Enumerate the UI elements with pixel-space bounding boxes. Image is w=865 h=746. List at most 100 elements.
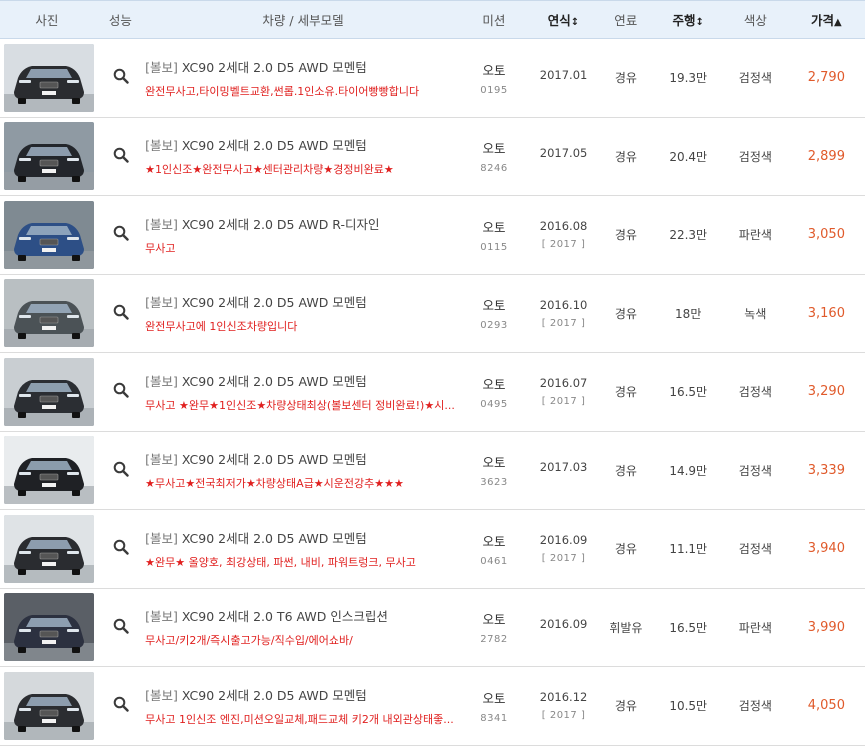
model-year: [ 2017 ] <box>541 396 586 408</box>
trans-cell: 오토 0495 <box>459 374 529 410</box>
price: 4,050 <box>807 698 845 714</box>
search-icon[interactable] <box>113 461 129 480</box>
model-cell: [볼보] XC90 2세대 2.0 D5 AWD 모멘텀 무사고 1인신조 엔진… <box>145 685 459 727</box>
search-icon[interactable] <box>113 618 129 637</box>
car-code: 3623 <box>480 477 508 489</box>
model-description: ★완무★ 올양호, 최강상태, 파썬, 내비, 파워트렁크, 무사고 <box>145 555 416 569</box>
car-photo[interactable] <box>4 43 94 112</box>
car-photo[interactable] <box>4 200 94 269</box>
year-cell: 2016.09 <box>529 617 599 637</box>
color: 검정색 <box>738 385 772 400</box>
header-mileage-sort[interactable]: 주행↕ <box>653 10 723 29</box>
photo-cell <box>0 671 94 740</box>
car-code: 0293 <box>480 320 508 332</box>
search-icon[interactable] <box>113 696 129 715</box>
perf-cell <box>94 382 147 401</box>
car-code: 8246 <box>480 163 508 175</box>
car-photo[interactable] <box>4 357 94 426</box>
model-link[interactable]: [볼보] XC90 2세대 2.0 D5 AWD 모멘텀 <box>145 371 459 390</box>
perf-cell <box>94 696 147 715</box>
car-photo[interactable] <box>4 514 94 583</box>
car-photo[interactable] <box>4 122 94 191</box>
car-photo[interactable] <box>4 279 94 348</box>
year: 2016.12 <box>539 690 588 705</box>
table-row[interactable]: [볼보] XC90 2세대 2.0 D5 AWD 모멘텀 완전무사고,타이밍벨트… <box>0 39 865 118</box>
transmission: 오토 <box>482 533 506 549</box>
model-link[interactable]: [볼보] XC90 2세대 2.0 T6 AWD 인스크립션 <box>145 606 459 625</box>
car-photo[interactable] <box>4 593 94 662</box>
model-year: [ 2017 ] <box>541 317 586 329</box>
year-cell: 2017.01 <box>529 68 599 88</box>
trans-cell: 오토 3623 <box>459 452 529 488</box>
sort-up-icon: ▲ <box>834 17 842 28</box>
table-row[interactable]: [볼보] XC90 2세대 2.0 D5 AWD 모멘텀 완전무사고에 1인신조… <box>0 275 865 353</box>
table-row[interactable]: [볼보] XC90 2세대 2.0 D5 AWD 모멘텀 ★1인신조★완전무사고… <box>0 118 865 196</box>
transmission: 오토 <box>482 612 506 628</box>
car-code: 0115 <box>480 241 508 253</box>
car-photo[interactable] <box>4 436 94 505</box>
model-link[interactable]: [볼보] XC90 2세대 2.0 D5 AWD 모멘텀 <box>145 135 459 154</box>
model-label: XC90 2세대 2.0 D5 AWD 모멘텀 <box>181 59 367 75</box>
transmission: 오토 <box>482 62 506 78</box>
table-row[interactable]: [볼보] XC90 2세대 2.0 D5 AWD 모멘텀 무사고 1인신조 엔진… <box>0 667 865 746</box>
model-description: 무사고 ★완무★1인신조★차량상태최상(볼보센터 정비완료!)★시... <box>145 398 455 412</box>
color: 검정색 <box>738 699 772 714</box>
header-perf: 성능 <box>108 13 132 28</box>
photo-cell <box>0 593 94 662</box>
header-price-sort[interactable]: 가격▲ <box>788 10 865 29</box>
table-row[interactable]: [볼보] XC90 2세대 2.0 D5 AWD 모멘텀 ★완무★ 올양호, 최… <box>0 510 865 589</box>
header-year-sort[interactable]: 연식↕ <box>529 10 599 29</box>
car-image-icon <box>4 43 94 112</box>
year-cell: 2017.03 <box>529 460 599 480</box>
transmission: 오토 <box>482 219 506 235</box>
model-link[interactable]: [볼보] XC90 2세대 2.0 D5 AWD R-디자인 <box>145 214 459 233</box>
transmission: 오토 <box>482 690 506 706</box>
model-link[interactable]: [볼보] XC90 2세대 2.0 D5 AWD 모멘텀 <box>145 528 459 547</box>
model-label: XC90 2세대 2.0 D5 AWD 모멘텀 <box>181 530 367 546</box>
fuel: 경유 <box>614 385 637 400</box>
model-link[interactable]: [볼보] XC90 2세대 2.0 D5 AWD 모멘텀 <box>145 57 459 76</box>
search-icon[interactable] <box>113 539 129 558</box>
mileage: 16.5만 <box>669 620 708 635</box>
header-trans: 미션 <box>482 13 506 28</box>
year: 2016.08 <box>539 219 588 234</box>
model-label: XC90 2세대 2.0 D5 AWD 모멘텀 <box>181 373 367 389</box>
price: 3,050 <box>807 227 845 243</box>
table-row[interactable]: [볼보] XC90 2세대 2.0 D5 AWD R-디자인 무사고 오토 01… <box>0 196 865 275</box>
trans-cell: 오토 2782 <box>459 609 529 645</box>
search-icon[interactable] <box>113 225 129 244</box>
fuel: 경유 <box>614 228 637 243</box>
year: 2016.09 <box>539 533 588 548</box>
photo-cell <box>0 436 94 505</box>
color: 파란색 <box>738 228 772 243</box>
search-icon[interactable] <box>113 147 129 166</box>
model-link[interactable]: [볼보] XC90 2세대 2.0 D5 AWD 모멘텀 <box>145 449 459 468</box>
header-model: 차량 / 세부모델 <box>262 13 344 28</box>
table-row[interactable]: [볼보] XC90 2세대 2.0 D5 AWD 모멘텀 ★무사고★전국최저가★… <box>0 432 865 510</box>
model-description: 무사고 1인신조 엔진,미션오일교체,패드교체 키2개 내외관상태좋... <box>145 712 454 726</box>
table-row[interactable]: [볼보] XC90 2세대 2.0 D5 AWD 모멘텀 무사고 ★완무★1인신… <box>0 353 865 432</box>
search-icon[interactable] <box>113 304 129 323</box>
search-icon[interactable] <box>113 382 129 401</box>
price: 2,790 <box>807 70 845 86</box>
perf-cell <box>94 147 147 166</box>
car-photo[interactable] <box>4 671 94 740</box>
table-row[interactable]: [볼보] XC90 2세대 2.0 T6 AWD 인스크립션 무사고/키2개/즉… <box>0 589 865 667</box>
perf-cell <box>94 539 147 558</box>
car-code: 2782 <box>480 634 508 646</box>
mileage: 18만 <box>675 306 702 321</box>
model-link[interactable]: [볼보] XC90 2세대 2.0 D5 AWD 모멘텀 <box>145 292 459 311</box>
photo-cell <box>0 200 94 269</box>
mileage: 16.5만 <box>669 385 708 400</box>
price: 3,990 <box>807 619 845 635</box>
model-link[interactable]: [볼보] XC90 2세대 2.0 D5 AWD 모멘텀 <box>145 685 459 704</box>
year-cell: 2017.05 <box>529 146 599 166</box>
brand-label: [볼보] <box>145 609 178 625</box>
car-code: 0195 <box>480 84 508 96</box>
transmission: 오토 <box>482 141 506 157</box>
year: 2017.05 <box>539 146 588 161</box>
header-color: 색상 <box>743 13 767 28</box>
search-icon[interactable] <box>113 68 129 87</box>
photo-cell <box>0 357 94 426</box>
fuel: 경유 <box>614 149 637 164</box>
